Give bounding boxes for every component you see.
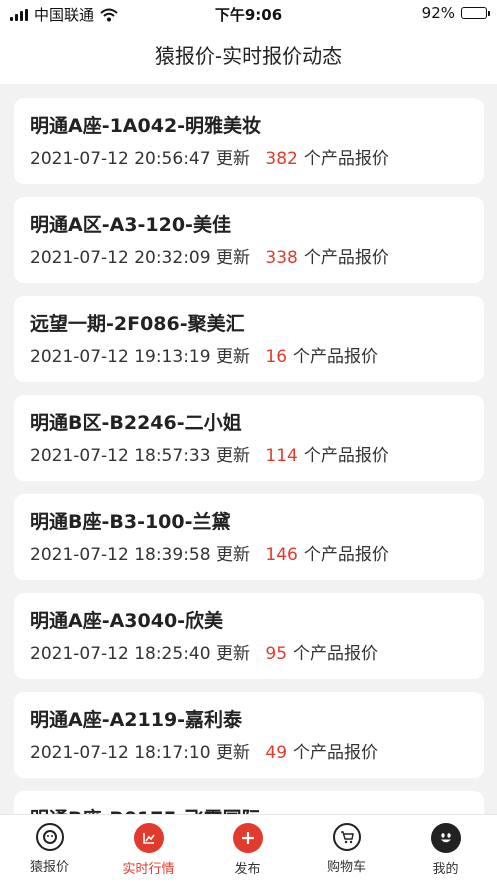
update-time: 2021-07-12 19:13:19 bbox=[30, 347, 211, 367]
quote-card[interactable]: 明通A座-A2119-嘉利泰 2021-07-12 18:17:10 更新 49… bbox=[14, 692, 484, 778]
products-label: 个产品报价 bbox=[303, 248, 389, 268]
products-label: 个产品报价 bbox=[303, 446, 389, 466]
store-name: 明通A座-A3040-欣美 bbox=[30, 610, 224, 632]
quote-meta: 2021-07-12 20:32:09 更新 338 个产品报价 bbox=[30, 241, 468, 275]
update-time: 2021-07-12 18:17:10 bbox=[30, 743, 211, 763]
store-name: 明通B座-B0175-飞霞国际 bbox=[30, 803, 468, 814]
update-time: 2021-07-12 18:57:33 bbox=[30, 446, 211, 466]
products-label: 个产品报价 bbox=[303, 545, 389, 565]
tab-label: 发布 bbox=[234, 862, 261, 877]
status-bar: 中国联通 下午9:06 92% bbox=[0, 0, 497, 28]
update-time: 2021-07-12 20:56:47 bbox=[30, 149, 211, 169]
tab-mine[interactable]: 我的 bbox=[396, 823, 495, 877]
quote-card[interactable]: 明通B座-B0175-飞霞国际 bbox=[14, 791, 484, 814]
quote-card[interactable]: 远望一期-2F086-聚美汇 2021-07-12 19:13:19 更新 16… bbox=[14, 296, 484, 382]
quote-meta: 2021-07-12 18:39:58 更新 146 个产品报价 bbox=[30, 538, 468, 572]
cart-icon bbox=[332, 823, 361, 851]
products-label: 个产品报价 bbox=[293, 743, 379, 763]
quote-meta: 2021-07-12 20:56:47 更新 382 个产品报价 bbox=[30, 142, 468, 176]
status-right: 92% bbox=[421, 4, 490, 22]
quote-card[interactable]: 明通A区-A3-120-美佳 2021-07-12 20:32:09 更新 33… bbox=[14, 197, 484, 283]
quote-meta: 2021-07-12 18:57:33 更新 114 个产品报价 bbox=[30, 439, 468, 473]
updated-label: 更新 bbox=[215, 149, 250, 169]
product-count: 16 bbox=[265, 347, 288, 367]
products-label: 个产品报价 bbox=[293, 347, 379, 367]
quote-card[interactable]: 明通B区-B2246-二小姐 2021-07-12 18:57:33 更新 11… bbox=[14, 395, 484, 481]
tab-cart[interactable]: 购物车 bbox=[297, 823, 396, 875]
store-name: 明通B座-B3-100-兰黛 bbox=[30, 511, 231, 533]
tab-label: 猿报价 bbox=[29, 860, 69, 875]
tab-publish[interactable]: 发布 bbox=[198, 823, 297, 877]
product-count: 146 bbox=[265, 545, 298, 565]
tab-label: 购物车 bbox=[326, 860, 366, 875]
updated-label: 更新 bbox=[215, 644, 250, 664]
ape-quote-icon bbox=[35, 823, 64, 851]
page-title: 猿报价-实时报价动态 bbox=[154, 44, 343, 68]
products-label: 个产品报价 bbox=[303, 149, 389, 169]
smiley-profile-icon bbox=[430, 823, 461, 853]
updated-label: 更新 bbox=[215, 347, 250, 367]
quote-card[interactable]: 明通A座-A3040-欣美 2021-07-12 18:25:40 更新 95 个… bbox=[14, 593, 484, 679]
product-count: 95 bbox=[265, 644, 288, 664]
quote-list[interactable]: 明通A座-1A042-明雅美妆 2021-07-12 20:56:47 更新 3… bbox=[0, 84, 497, 814]
updated-label: 更新 bbox=[215, 248, 250, 268]
trend-chart-icon bbox=[133, 823, 164, 853]
battery-percent: 92% bbox=[421, 4, 455, 22]
quote-meta: 2021-07-12 18:25:40 更新 95 个产品报价 bbox=[30, 637, 468, 671]
updated-label: 更新 bbox=[215, 743, 250, 763]
update-time: 2021-07-12 18:25:40 bbox=[30, 644, 211, 664]
tab-realtime[interactable]: 实时行情 bbox=[99, 823, 198, 877]
tab-label: 我的 bbox=[432, 862, 459, 877]
quote-card[interactable]: 明通B座-B3-100-兰黛 2021-07-12 18:39:58 更新 14… bbox=[14, 494, 484, 580]
quote-meta: 2021-07-12 19:13:19 更新 16 个产品报价 bbox=[30, 340, 468, 374]
store-name: 明通A区-A3-120-美佳 bbox=[30, 214, 231, 236]
tab-bar: 猿报价 实时行情 发布 购物车 我的 bbox=[0, 814, 497, 883]
product-count: 49 bbox=[265, 743, 288, 763]
updated-label: 更新 bbox=[215, 446, 250, 466]
quote-meta: 2021-07-12 18:17:10 更新 49 个产品报价 bbox=[30, 736, 468, 770]
plus-icon bbox=[232, 823, 263, 853]
product-count: 382 bbox=[265, 149, 298, 169]
products-label: 个产品报价 bbox=[293, 644, 379, 664]
store-name: 明通A座-A2119-嘉利泰 bbox=[30, 709, 243, 731]
nav-bar: 猿报价-实时报价动态 bbox=[0, 28, 497, 84]
store-name: 远望一期-2F086-聚美汇 bbox=[30, 313, 245, 335]
product-count: 338 bbox=[265, 248, 298, 268]
store-name: 明通A座-1A042-明雅美妆 bbox=[30, 115, 262, 137]
updated-label: 更新 bbox=[215, 545, 250, 565]
battery-icon bbox=[461, 7, 490, 19]
product-count: 114 bbox=[265, 446, 298, 466]
quote-card[interactable]: 明通A座-1A042-明雅美妆 2021-07-12 20:56:47 更新 3… bbox=[14, 98, 484, 184]
tab-label: 实时行情 bbox=[122, 862, 175, 877]
update-time: 2021-07-12 20:32:09 bbox=[30, 248, 211, 268]
store-name: 明通B区-B2246-二小姐 bbox=[30, 412, 242, 434]
tab-quote[interactable]: 猿报价 bbox=[0, 823, 99, 875]
update-time: 2021-07-12 18:39:58 bbox=[30, 545, 211, 565]
